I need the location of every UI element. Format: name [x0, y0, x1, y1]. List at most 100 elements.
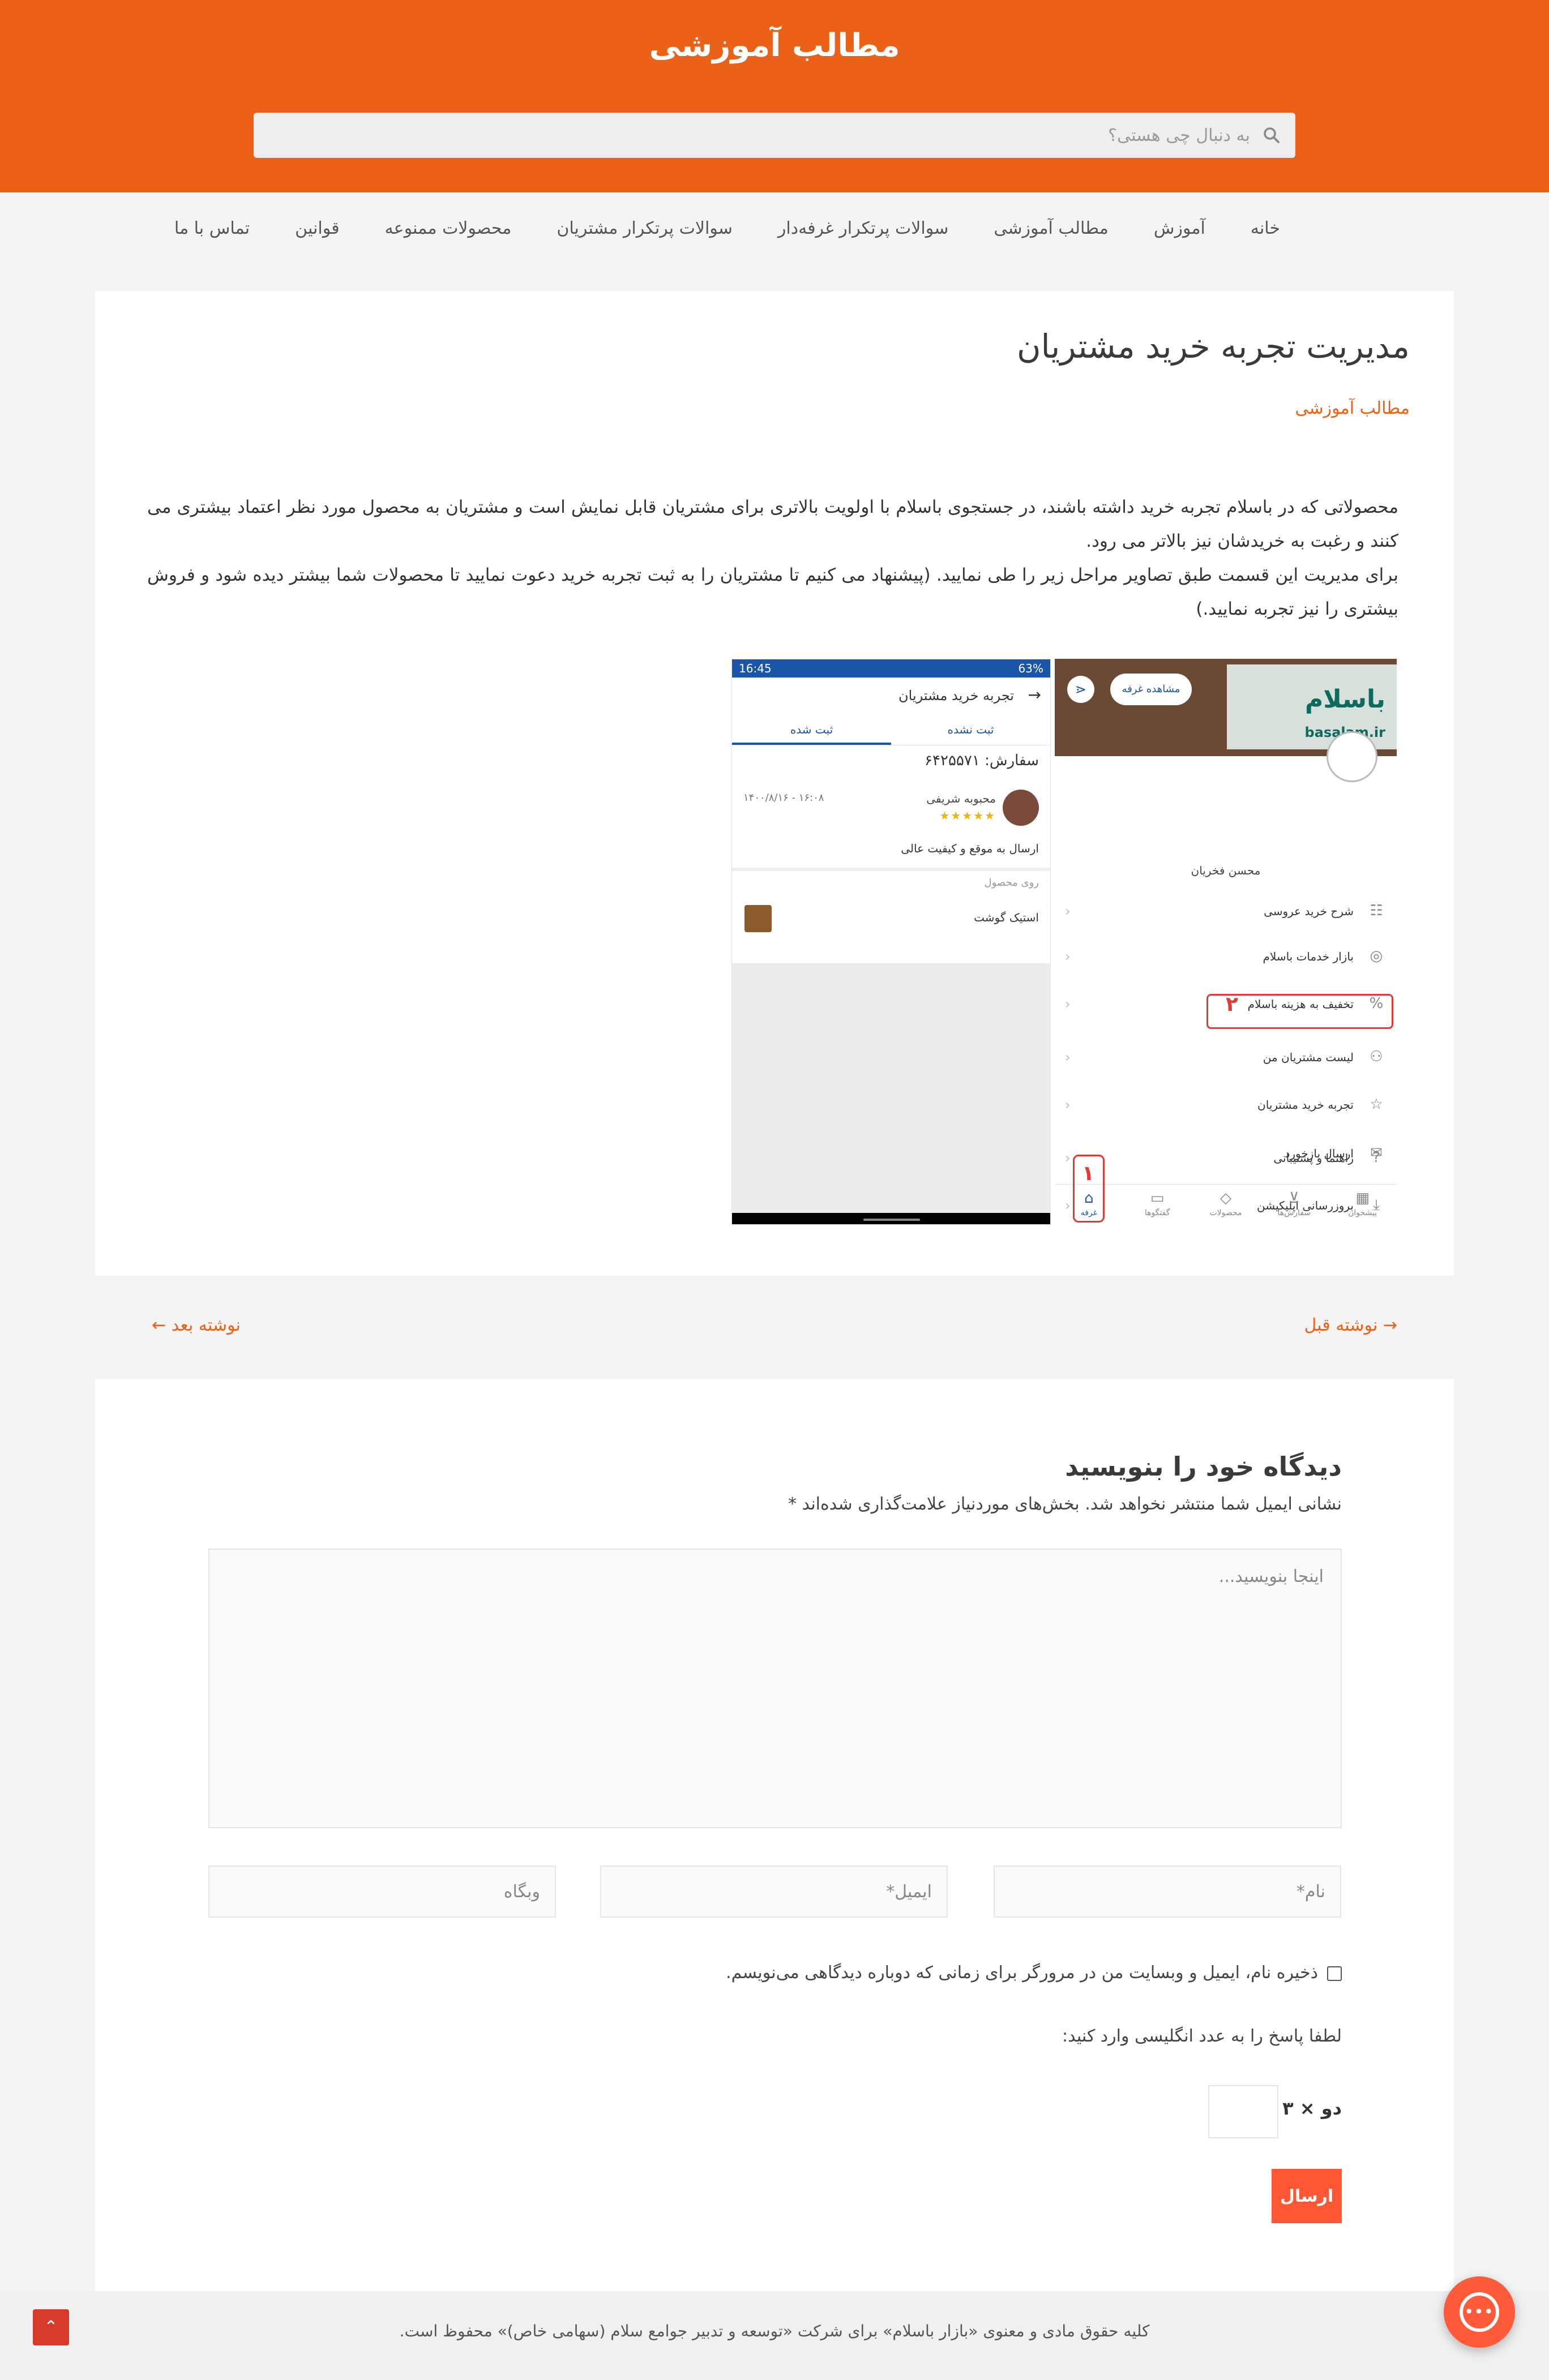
product-name: استیک گوشت [974, 911, 1039, 924]
tag-icon: ◇ [1220, 1190, 1231, 1207]
reply-notes: نشانی ایمیل شما منتشر نخواهد شد. بخش‌های… [788, 1494, 1342, 1514]
brand-logo: باسلام [1305, 685, 1385, 714]
search-input[interactable] [288, 113, 1250, 158]
avatar [1003, 790, 1039, 826]
bottom-nav-orders: ⊻ سفارش‌ها [1260, 1185, 1328, 1225]
customer-name: محبوبه شریفی [926, 792, 996, 805]
post-navigation: → نوشته قبل نوشته بعد ← [95, 1276, 1454, 1379]
customer-comment: ارسال به موقع و کیفیت عالی [901, 842, 1039, 855]
post-paragraph: برای مدیریت این قسمت طبق تصاویر مراحل زی… [147, 565, 1398, 619]
submit-button[interactable]: ارسال [1272, 2169, 1342, 2223]
screenshot-customer-experience: 16:45 63% → تجربه خرید مشتریان ثبت نشده … [731, 659, 1051, 1225]
menu-item-highlighted: ☆ تجربه خرید مشتریان ‹ [1055, 1083, 1397, 1129]
menu-item-label: تجربه خرید مشتریان [1257, 1098, 1354, 1112]
star-icon: ☆ [1370, 1096, 1383, 1113]
post-paragraph: محصولاتی که در باسلام تجربه خرید داشته ب… [147, 497, 1398, 551]
services-icon: ◎ [1370, 947, 1383, 964]
main-nav: خانه آموزش مطالب آموزشی سوالات پرتکرار غ… [0, 192, 1549, 272]
menu-item-label: لیست مشتریان من [1263, 1050, 1354, 1064]
order-card: سفارش: ۶۴۲۵۵۷۱ محبوبه شریفی ۱۴۰۰/۸/۱۶ - … [732, 745, 1050, 871]
app-bottom-nav: ▦ پیشخوان ⊻ سفارش‌ها ◇ محصولات ▭ گفتگوها ⌂ غر… [1055, 1184, 1397, 1225]
nav-item-articles[interactable]: مطالب آموزشی [994, 218, 1109, 238]
chevron-left-icon: ‹ [1065, 1049, 1071, 1065]
cart-icon: ⊻ [1289, 1190, 1300, 1207]
chevron-left-icon: ‹ [1065, 949, 1071, 964]
product-label: روی محصول [984, 877, 1039, 889]
consent-label[interactable]: ذخیره نام، ایمیل و وبسایت من در مرورگر ب… [726, 1963, 1318, 1983]
chevron-left-icon: ‹ [1065, 996, 1071, 1012]
order-number: سفارش: ۶۴۲۵۵۷۱ [925, 752, 1039, 769]
nav-item-banned-products[interactable]: محصولات ممنوعه [385, 218, 512, 238]
feedback-icon: ✉ [1370, 1144, 1383, 1161]
nav-item-contact[interactable]: تماس با ما [174, 218, 250, 238]
arrow-up-icon[interactable]: ⌃ [33, 2309, 69, 2345]
menu-item: ✉ ارسال بازخورد [1055, 1132, 1397, 1177]
search-box[interactable] [254, 113, 1295, 158]
reply-title: دیدگاه خود را بنویسید [1065, 1451, 1342, 1482]
product-row: روی محصول استیک گوشت [732, 871, 1050, 950]
chat-dots: ••• [1464, 2304, 1495, 2319]
phone-nav-bar [732, 1213, 1050, 1224]
email-field[interactable] [600, 1866, 948, 1918]
nav-item-rules[interactable]: قوانین [295, 218, 339, 238]
name-field[interactable] [994, 1866, 1341, 1918]
nav-item-tutorial[interactable]: آموزش [1154, 218, 1205, 238]
menu-item-label: ارسال بازخورد [1285, 1147, 1354, 1160]
step-number: ۲ [1226, 993, 1238, 1016]
post-title: مدیریت تجربه خرید مشتریان [1016, 327, 1410, 366]
site-title[interactable]: مطالب آموزشی [0, 27, 1549, 64]
bottom-nav-products: ◇ محصولات [1192, 1185, 1260, 1225]
captcha-prompt: لطفا پاسخ را به عدد انگلیسی وارد کنید: [1062, 2026, 1342, 2046]
screenshot-booth-menu: باسلام basalam.ir مشاهده غرفه ⋖ محسن فخر… [1055, 659, 1397, 1225]
bottom-nav-label: گفتگوها [1144, 1208, 1170, 1217]
step-number: ۱ [1082, 1162, 1094, 1185]
site-footer: کلیه حقوق مادی و معنوی «بازار باسلام» بر… [0, 2291, 1549, 2380]
screen-tabs: ثبت نشده ثبت شده [732, 714, 1050, 745]
users-icon: ⚇ [1370, 1048, 1383, 1065]
search-icon[interactable] [1261, 125, 1282, 145]
bottom-nav-label: سفارش‌ها [1277, 1208, 1311, 1217]
nav-handle [863, 1219, 920, 1221]
star-rating: ★★★★★ [939, 809, 996, 822]
consent-checkbox[interactable] [1327, 1966, 1342, 1981]
captcha-input[interactable] [1208, 2085, 1278, 2138]
share-icon: ⋖ [1067, 676, 1094, 703]
comment-textarea[interactable] [208, 1549, 1342, 1828]
post-category-link[interactable]: مطالب آموزشی [1295, 398, 1410, 418]
order-date: ۱۴۰۰/۸/۱۶ - ۱۶:۰۸ [743, 792, 824, 804]
banner-logo-area: باسلام basalam.ir [1227, 664, 1397, 749]
menu-item-label: بازار خدمات باسلام [1263, 950, 1354, 963]
tab-registered: ثبت شده [732, 714, 891, 745]
phone-status-bar: 16:45 63% [732, 659, 1050, 677]
nav-item-home[interactable]: خانه [1251, 218, 1280, 238]
menu-item: ⚇ لیست مشتریان من ‹ [1055, 1036, 1397, 1081]
status-time: 16:45 [739, 662, 772, 675]
bottom-nav-label: پیشخوان [1348, 1208, 1377, 1217]
avatar [1327, 731, 1377, 782]
dashboard-icon: ▦ [1355, 1190, 1370, 1207]
screen-header: → تجربه خرید مشتریان [732, 677, 1050, 714]
chat-bubble-icon: ▭ [1150, 1190, 1165, 1207]
next-post-link[interactable]: نوشته بعد ← [152, 1315, 241, 1335]
back-arrow-icon: → [1028, 685, 1041, 704]
previous-post-link[interactable]: → نوشته قبل [1304, 1315, 1397, 1335]
nav-item-seller-faq[interactable]: سوالات پرتکرار غرفه‌دار [778, 218, 948, 238]
bottom-nav-dashboard: ▦ پیشخوان [1328, 1185, 1397, 1225]
screen-title: تجربه خرید مشتریان [898, 688, 1014, 704]
menu-item: ◎ بازار خدمات باسلام ‹ [1055, 935, 1397, 980]
comment-form: دیدگاه خود را بنویسید نشانی ایمیل شما من… [95, 1379, 1454, 2291]
website-field[interactable] [208, 1866, 556, 1918]
nav-list: خانه آموزش مطالب آموزشی سوالات پرتکرار غ… [174, 218, 1280, 238]
bottom-nav-label: محصولات [1209, 1208, 1242, 1217]
profile-name: محسن فخریان [1191, 864, 1261, 877]
menu-item-label: شرح خرید عروسی [1264, 904, 1354, 918]
chat-icon: ••• [1460, 2292, 1499, 2332]
empty-area [732, 963, 1050, 1214]
post-body: محصولاتی که در باسلام تجربه خرید داشته ب… [147, 490, 1398, 626]
tab-not-registered: ثبت نشده [947, 723, 994, 736]
site-header: مطالب آموزشی [0, 0, 1549, 192]
copyright-text: کلیه حقوق مادی و معنوی «بازار باسلام» بر… [399, 2322, 1150, 2340]
menu-item: ☷ شرح خرید عروسی ‹ [1055, 890, 1397, 935]
nav-item-customer-faq[interactable]: سوالات پرتکرار مشتریان [557, 218, 733, 238]
chat-button[interactable]: ••• [1444, 2276, 1515, 2348]
